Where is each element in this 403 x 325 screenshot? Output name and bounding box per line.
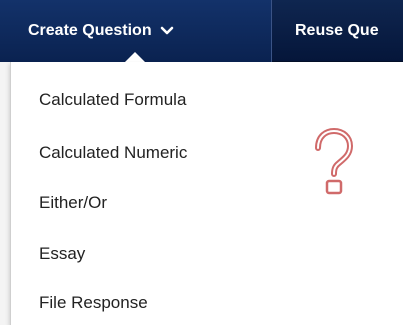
question-mark-icon xyxy=(315,128,353,195)
chevron-down-icon xyxy=(160,26,173,35)
menu-item-essay[interactable]: Essay xyxy=(39,244,85,264)
reuse-question-label: Reuse Que xyxy=(295,22,379,39)
menu-item-calculated-formula[interactable]: Calculated Formula xyxy=(39,90,186,110)
menu-item-file-response[interactable]: File Response xyxy=(39,293,148,313)
menu-item-either-or[interactable]: Either/Or xyxy=(39,193,107,213)
reuse-question-button[interactable]: Reuse Que xyxy=(273,0,403,62)
create-question-label: Create Question xyxy=(28,22,152,39)
menu-item-calculated-numeric[interactable]: Calculated Numeric xyxy=(39,143,187,163)
question-toolbar: Create Question Reuse Que xyxy=(0,0,403,62)
